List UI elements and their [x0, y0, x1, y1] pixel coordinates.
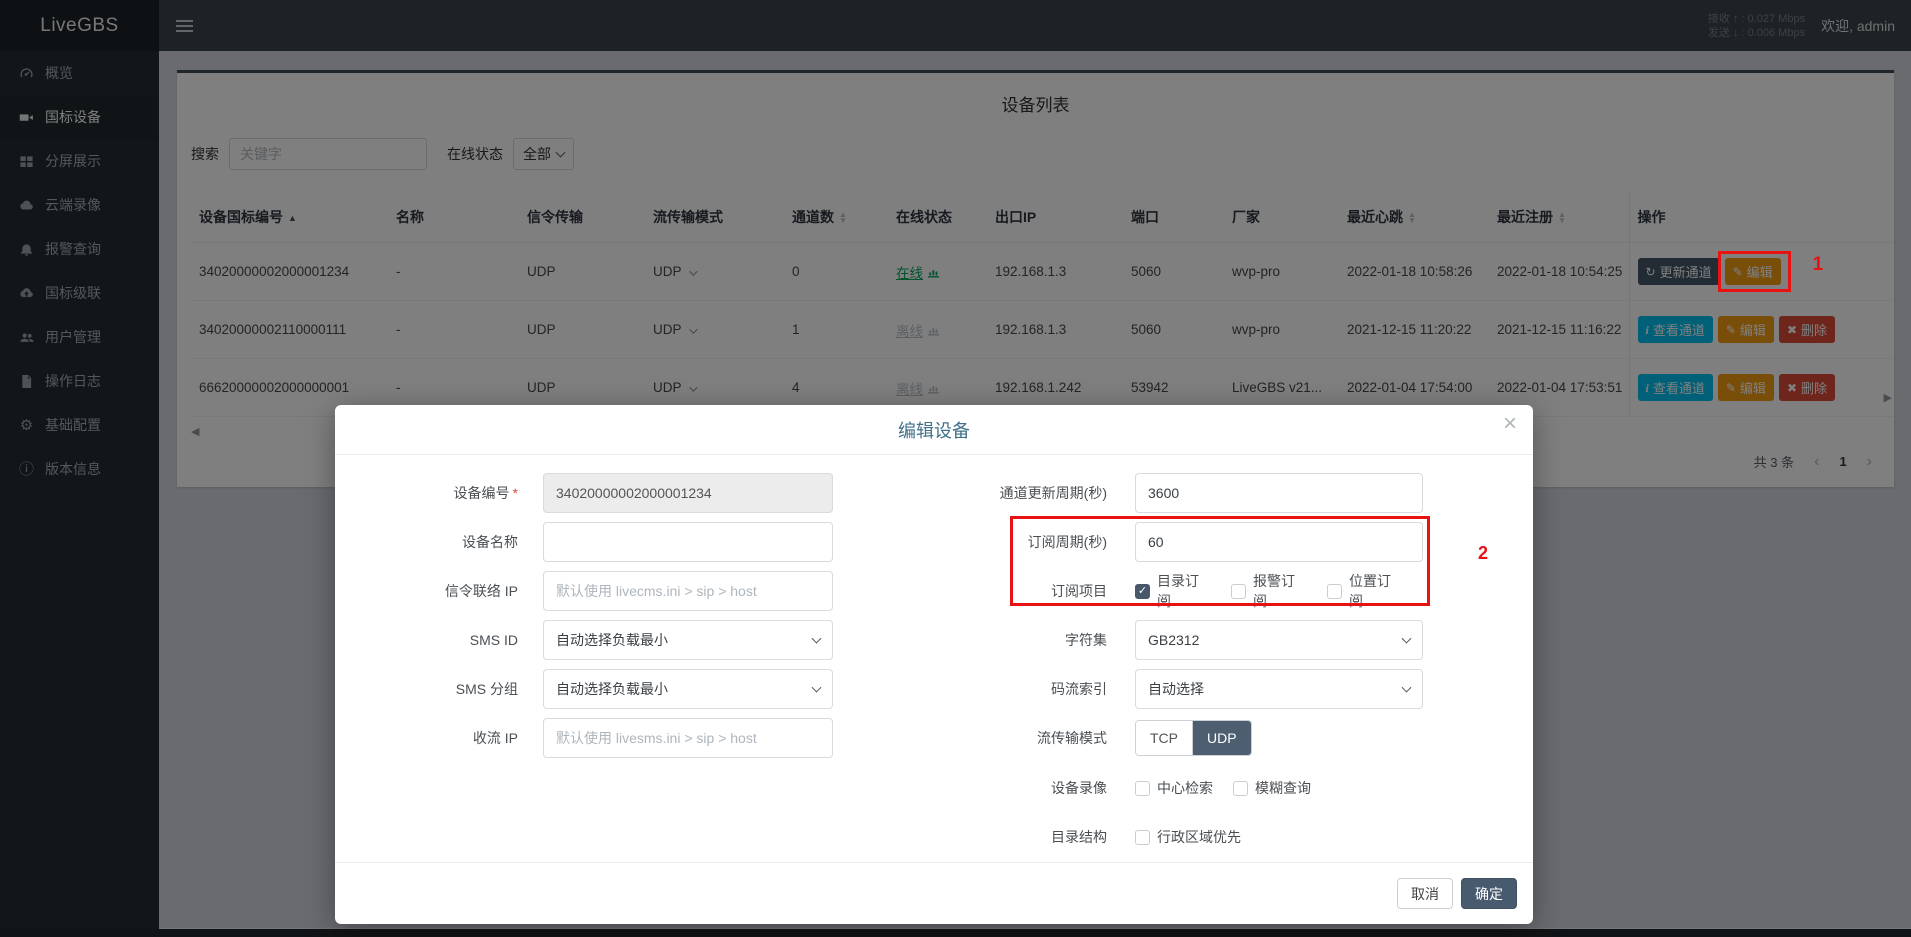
- signal-contact-ip-input[interactable]: [543, 571, 833, 611]
- checkbox-icon: [1135, 584, 1150, 599]
- field-charset: 字符集 GB2312: [935, 620, 1423, 660]
- chevron-down-icon: [812, 634, 822, 644]
- field-stream-receive-ip: 收流 IP: [360, 718, 833, 758]
- field-device-name: 设备名称: [360, 522, 833, 562]
- ok-button[interactable]: 确定: [1461, 878, 1517, 909]
- field-stream-transport-mode: 流传输模式 TCPUDP: [935, 718, 1423, 758]
- field-channel-update-period: 通道更新周期(秒): [935, 473, 1423, 513]
- field-catalog-structure: 目录结构 行政区域优先: [935, 817, 1423, 857]
- modal-body: 设备编号* 设备名称 信令联络 IP SMS ID 自动选择负载最小 SMS 分…: [335, 455, 1533, 866]
- checkbox-icon: [1233, 781, 1248, 796]
- alarm-subscribe-checkbox[interactable]: 报警订阅: [1231, 571, 1307, 611]
- catalog-subscribe-checkbox[interactable]: 目录订阅: [1135, 571, 1211, 611]
- udp-option[interactable]: UDP: [1193, 721, 1251, 755]
- form-right-column: 通道更新周期(秒) 订阅周期(秒) 订阅项目 目录订阅 报警订阅 位置订阅: [935, 473, 1423, 866]
- checkbox-icon: [1135, 830, 1150, 845]
- stream-index-select[interactable]: 自动选择: [1135, 669, 1423, 709]
- stream-mode-toggle: TCPUDP: [1135, 720, 1252, 756]
- channel-update-period-input[interactable]: [1135, 473, 1423, 513]
- device-name-input[interactable]: [543, 522, 833, 562]
- modal-header: 编辑设备 ×: [335, 405, 1533, 455]
- edit-device-modal: 编辑设备 × 设备编号* 设备名称 信令联络 IP SMS ID: [335, 405, 1533, 924]
- form-left-column: 设备编号* 设备名称 信令联络 IP SMS ID 自动选择负载最小 SMS 分…: [360, 473, 833, 866]
- annotation-number-2: 2: [1478, 543, 1488, 564]
- center-search-checkbox[interactable]: 中心检索: [1135, 778, 1213, 798]
- modal-footer: 取消 确定: [335, 862, 1533, 924]
- chevron-down-icon: [812, 683, 822, 693]
- field-device-id: 设备编号*: [360, 473, 833, 513]
- sms-id-select[interactable]: 自动选择负载最小: [543, 620, 833, 660]
- checkbox-icon: [1327, 584, 1342, 599]
- checkbox-icon: [1231, 584, 1246, 599]
- subscribe-period-input[interactable]: [1135, 522, 1423, 562]
- position-subscribe-checkbox[interactable]: 位置订阅: [1327, 571, 1403, 611]
- cancel-button[interactable]: 取消: [1397, 878, 1453, 909]
- stream-receive-ip-input[interactable]: [543, 718, 833, 758]
- field-subscribe-items: 订阅项目 目录订阅 报警订阅 位置订阅: [935, 571, 1423, 611]
- close-icon[interactable]: ×: [1503, 412, 1517, 436]
- charset-select[interactable]: GB2312: [1135, 620, 1423, 660]
- tcp-option[interactable]: TCP: [1136, 721, 1193, 755]
- field-stream-index: 码流索引 自动选择: [935, 669, 1423, 709]
- device-id-input: [543, 473, 833, 513]
- sms-group-select[interactable]: 自动选择负载最小: [543, 669, 833, 709]
- fuzzy-query-checkbox[interactable]: 模糊查询: [1233, 778, 1311, 798]
- modal-title: 编辑设备: [898, 417, 970, 443]
- field-subscribe-period: 订阅周期(秒): [935, 522, 1423, 562]
- chevron-down-icon: [1402, 634, 1412, 644]
- field-sms-group: SMS 分组 自动选择负载最小: [360, 669, 833, 709]
- field-signal-contact-ip: 信令联络 IP: [360, 571, 833, 611]
- annotation-number-1: 1: [1813, 254, 1824, 276]
- app-window: LiveGBS 概览 国标设备 分屏展示 云端录像 报警查询 国标级联 用户管理…: [0, 0, 1911, 937]
- required-asterisk: *: [513, 485, 518, 501]
- checkbox-icon: [1135, 781, 1150, 796]
- field-sms-id: SMS ID 自动选择负载最小: [360, 620, 833, 660]
- admin-region-priority-checkbox[interactable]: 行政区域优先: [1135, 827, 1241, 847]
- chevron-down-icon: [1402, 683, 1412, 693]
- field-device-recording: 设备录像 中心检索 模糊查询: [935, 768, 1423, 808]
